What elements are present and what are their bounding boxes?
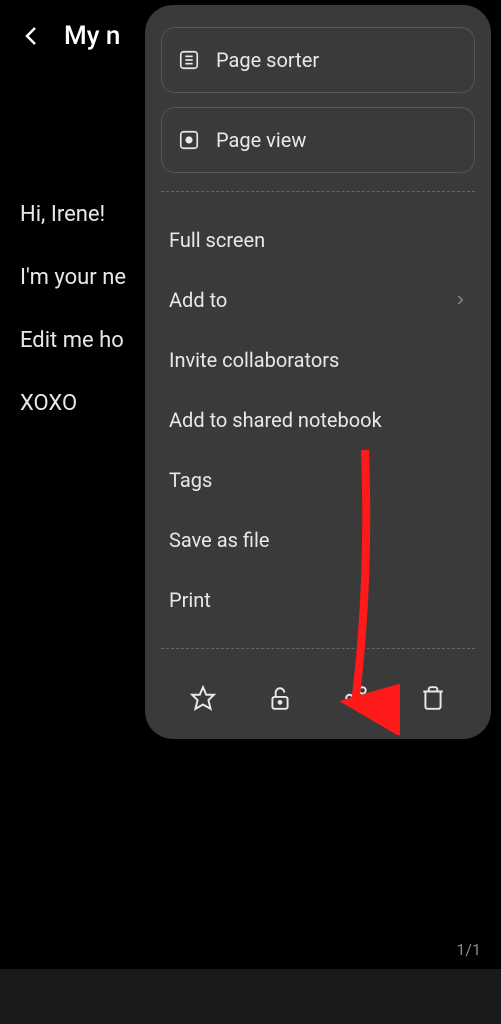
menu-card-label: Page view xyxy=(216,128,306,152)
chevron-right-icon xyxy=(453,293,467,307)
save-as-file-option[interactable]: Save as file xyxy=(145,510,491,570)
menu-footer xyxy=(145,667,491,719)
unlock-icon[interactable] xyxy=(267,685,293,711)
page-view-icon xyxy=(178,129,200,151)
menu-item-label: Print xyxy=(169,588,211,612)
menu-item-label: Add to xyxy=(169,288,227,312)
bottom-toolbar xyxy=(0,969,501,1024)
full-screen-option[interactable]: Full screen xyxy=(145,210,491,270)
invite-collaborators-option[interactable]: Invite collaborators xyxy=(145,330,491,390)
menu-item-label: Save as file xyxy=(169,528,269,552)
star-icon[interactable] xyxy=(190,685,216,711)
page-sorter-icon xyxy=(178,49,200,71)
share-icon[interactable] xyxy=(343,685,369,711)
print-option[interactable]: Print xyxy=(145,570,491,630)
menu-item-label: Invite collaborators xyxy=(169,348,339,372)
add-shared-notebook-option[interactable]: Add to shared notebook xyxy=(145,390,491,450)
tags-option[interactable]: Tags xyxy=(145,450,491,510)
back-button[interactable] xyxy=(20,24,44,48)
menu-card-label: Page sorter xyxy=(216,48,319,72)
page-sorter-option[interactable]: Page sorter xyxy=(161,27,475,93)
divider xyxy=(161,648,475,649)
trash-icon[interactable] xyxy=(420,685,446,711)
page-indicator: 1/1 xyxy=(456,940,481,959)
menu-item-label: Full screen xyxy=(169,228,265,252)
page-view-option[interactable]: Page view xyxy=(161,107,475,173)
page-title: My n xyxy=(64,21,120,51)
menu-item-label: Tags xyxy=(169,468,212,492)
divider xyxy=(161,191,475,192)
menu-item-label: Add to shared notebook xyxy=(169,408,382,432)
add-to-option[interactable]: Add to xyxy=(145,270,491,330)
options-menu: Page sorter Page view Full screen Add to… xyxy=(145,5,491,739)
